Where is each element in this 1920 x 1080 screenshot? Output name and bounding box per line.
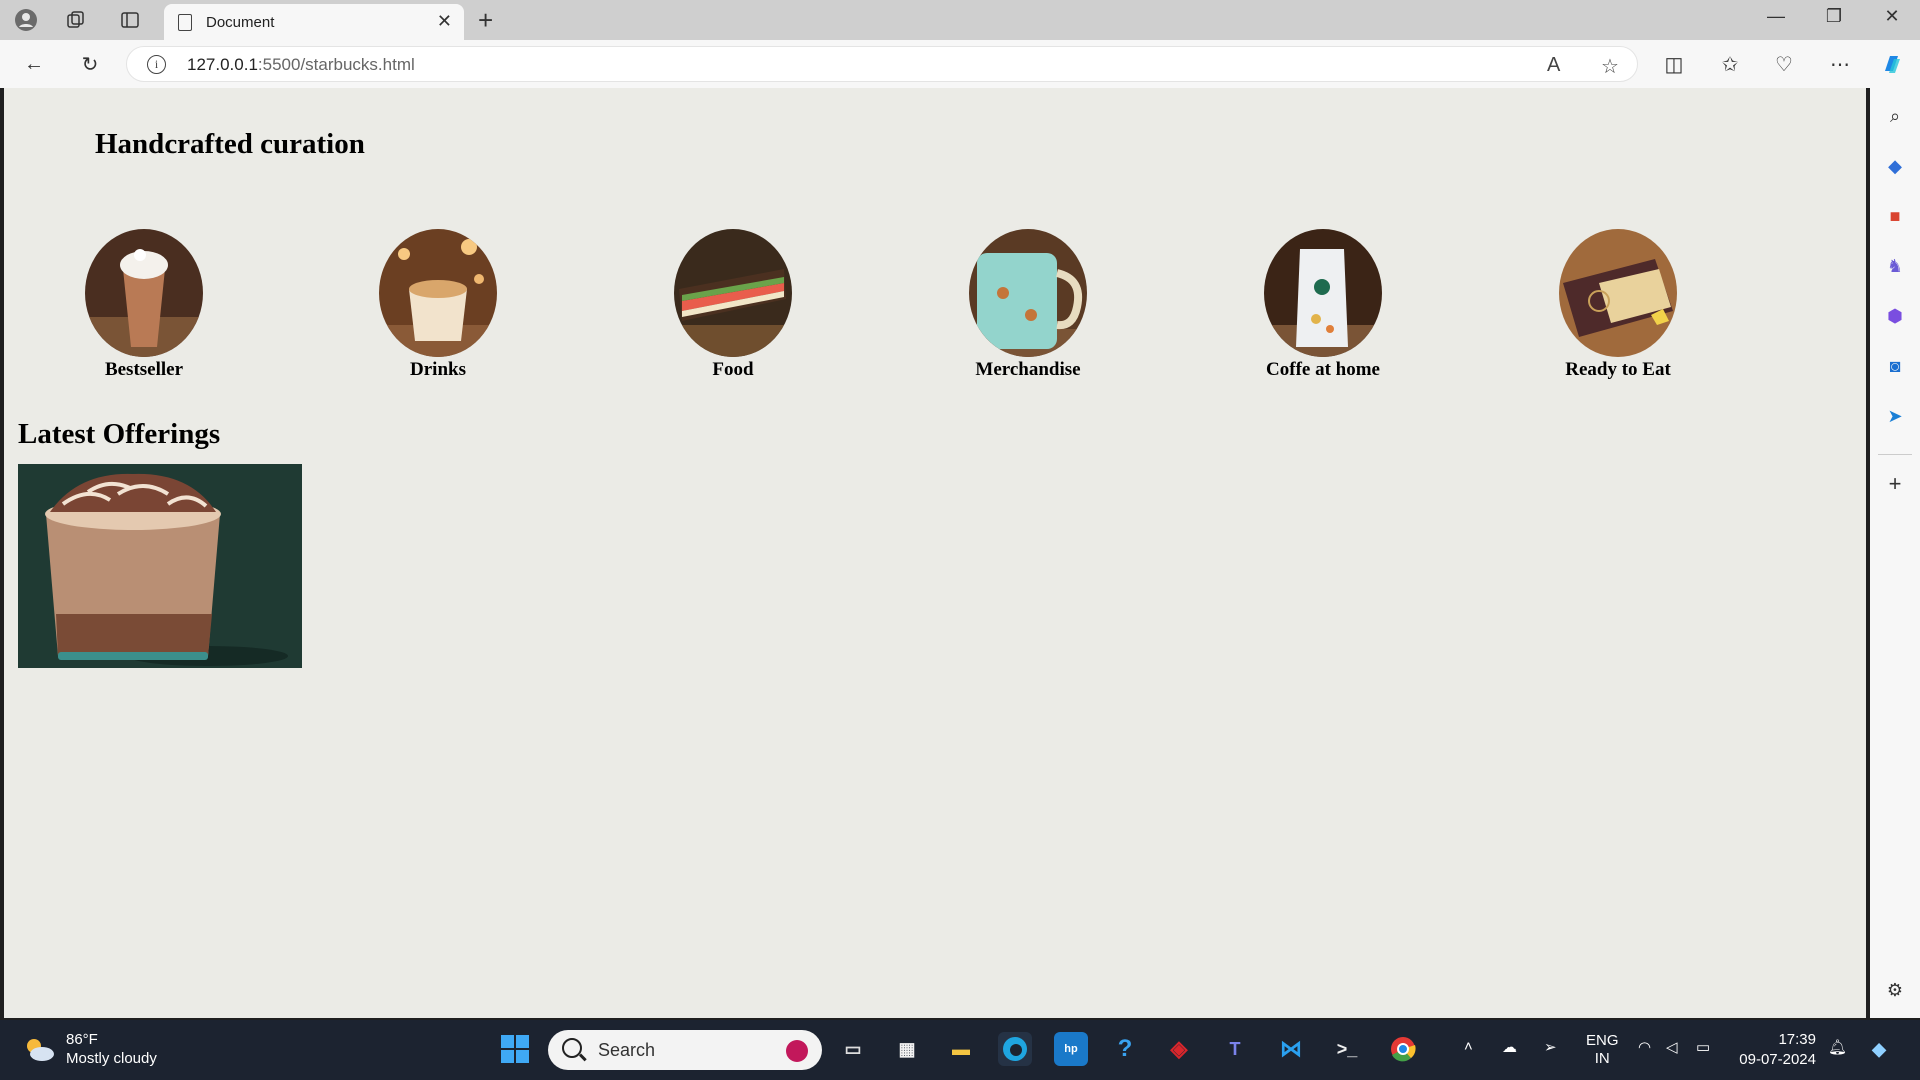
mcafee-icon[interactable]: ◈ bbox=[1162, 1032, 1196, 1066]
clock-date: 09-07-2024 bbox=[1739, 1051, 1816, 1068]
games-icon[interactable]: ♞ bbox=[1883, 254, 1907, 278]
document-icon bbox=[178, 13, 192, 31]
search-icon[interactable]: ⌕ bbox=[1883, 104, 1907, 128]
sidebar-settings-icon[interactable]: ⚙ bbox=[1883, 978, 1907, 1002]
category-label: Drinks bbox=[410, 359, 466, 380]
category-label: Bestseller bbox=[104, 359, 184, 380]
wifi-icon[interactable]: ◠ bbox=[1638, 1038, 1651, 1056]
category-label: Food bbox=[712, 359, 754, 380]
favorite-star-icon[interactable]: ☆ bbox=[1601, 54, 1619, 79]
tools-icon[interactable]: ■ bbox=[1883, 204, 1907, 228]
battery-icon[interactable]: ▭ bbox=[1696, 1038, 1710, 1056]
profile-icon[interactable] bbox=[14, 8, 38, 32]
category-drinks[interactable]: Drinks bbox=[363, 229, 513, 381]
category-coffee-at-home[interactable]: Coffe at home bbox=[1248, 229, 1398, 381]
copilot-icon[interactable] bbox=[1878, 50, 1906, 78]
tab-title: Document bbox=[206, 13, 275, 31]
show-hidden-icons-icon[interactable]: ˄ bbox=[1464, 1038, 1473, 1055]
minimize-button[interactable]: — bbox=[1756, 6, 1796, 27]
workspaces-icon[interactable] bbox=[64, 8, 88, 32]
file-explorer-icon[interactable]: ▬ bbox=[944, 1032, 978, 1066]
latest-offerings-heading: Latest Offerings bbox=[18, 418, 221, 450]
edge-icon[interactable] bbox=[998, 1032, 1032, 1066]
taskbar-search[interactable]: Search bbox=[548, 1030, 822, 1070]
vscode-icon[interactable]: ⋈ bbox=[1274, 1032, 1308, 1066]
category-ready-to-eat[interactable]: Ready to Eat bbox=[1543, 229, 1693, 381]
language-code: ENG bbox=[1586, 1032, 1619, 1049]
more-menu-icon[interactable]: ⋯ bbox=[1826, 50, 1854, 78]
favorites-icon[interactable]: ✩ bbox=[1716, 50, 1744, 78]
url-host: 127.0.0.1 bbox=[187, 55, 258, 74]
url-text: 127.0.0.1:5500/starbucks.html bbox=[187, 55, 415, 75]
frappuccino-image bbox=[18, 464, 302, 668]
weather-widget[interactable]: 86°F Mostly cloudy bbox=[22, 1030, 157, 1068]
sidebar-divider bbox=[1878, 454, 1912, 455]
shopping-tag-icon[interactable]: ◆ bbox=[1883, 154, 1907, 178]
language-indicator[interactable]: ENG IN bbox=[1586, 1032, 1619, 1068]
refresh-button[interactable]: ↻ bbox=[76, 50, 104, 78]
weather-temperature: 86°F bbox=[66, 1031, 98, 1048]
new-tab-button[interactable]: + bbox=[478, 5, 493, 36]
browser-title-bar: Document ✕ + — ❐ ✕ bbox=[0, 0, 1920, 40]
add-icon[interactable]: + bbox=[1883, 471, 1907, 496]
category-merchandise[interactable]: Merchandise bbox=[953, 229, 1103, 381]
help-icon[interactable]: ? bbox=[1108, 1032, 1142, 1066]
bestseller-image bbox=[85, 229, 203, 357]
category-label: Ready to Eat bbox=[1565, 359, 1671, 380]
task-view-icon[interactable]: ▭ bbox=[836, 1032, 870, 1066]
category-food[interactable]: Food bbox=[658, 229, 808, 381]
onedrive-icon[interactable]: ☁ bbox=[1502, 1038, 1517, 1056]
windows-start-icon[interactable] bbox=[498, 1032, 532, 1066]
clock[interactable]: 17:39 09-07-2024 bbox=[1736, 1030, 1816, 1070]
merchandise-image bbox=[969, 229, 1087, 357]
outlook-icon[interactable]: ◙ bbox=[1883, 354, 1907, 378]
browser-toolbar: ← ↻ i 127.0.0.1:5500/starbucks.html A ☆ … bbox=[0, 40, 1920, 88]
back-button[interactable]: ← bbox=[20, 50, 48, 78]
tab-document[interactable]: Document ✕ bbox=[164, 4, 464, 40]
search-icon bbox=[562, 1038, 582, 1058]
ready-to-eat-image bbox=[1559, 229, 1677, 357]
page-viewport: Handcrafted curation Bestseller Drinks F… bbox=[4, 88, 1866, 1018]
drop-icon[interactable]: ➤ bbox=[1883, 404, 1907, 428]
terminal-icon[interactable]: >_ bbox=[1330, 1032, 1364, 1066]
url-path: :5500/starbucks.html bbox=[257, 55, 415, 74]
microsoft-365-icon[interactable]: ⬢ bbox=[1883, 304, 1907, 328]
drinks-image bbox=[379, 229, 497, 357]
page-title: Handcrafted curation bbox=[95, 128, 365, 160]
teams-icon[interactable]: T bbox=[1218, 1032, 1252, 1066]
latest-offering-card[interactable] bbox=[18, 464, 302, 668]
location-icon[interactable]: ➢ bbox=[1544, 1038, 1557, 1056]
taskbar-search-placeholder: Search bbox=[598, 1039, 656, 1060]
copilot-taskbar-icon[interactable]: ◆ bbox=[1862, 1032, 1896, 1066]
search-highlight-icon bbox=[786, 1040, 808, 1062]
store-icon[interactable]: ▦ bbox=[890, 1032, 924, 1066]
cloud-sun-icon bbox=[27, 1039, 54, 1061]
category-label: Merchandise bbox=[975, 359, 1081, 380]
category-label: Coffe at home bbox=[1266, 359, 1380, 380]
windows-taskbar: 86°F Mostly cloudy Search ▭ ▦ ▬ hp ? ◈ T… bbox=[0, 1020, 1920, 1080]
clock-time: 17:39 bbox=[1778, 1031, 1816, 1048]
category-bestseller[interactable]: Bestseller bbox=[69, 229, 219, 381]
food-image bbox=[674, 229, 792, 357]
volume-icon[interactable]: ◁ bbox=[1666, 1038, 1678, 1056]
close-tab-icon[interactable]: ✕ bbox=[437, 11, 452, 32]
close-window-button[interactable]: ✕ bbox=[1872, 6, 1912, 27]
restore-button[interactable]: ❐ bbox=[1814, 6, 1854, 27]
site-info-icon[interactable]: i bbox=[147, 55, 166, 74]
region-code: IN bbox=[1594, 1050, 1610, 1067]
weather-condition: Mostly cloudy bbox=[66, 1050, 157, 1067]
myhp-icon[interactable]: hp bbox=[1054, 1032, 1088, 1066]
tab-actions-icon[interactable] bbox=[118, 8, 142, 32]
chrome-icon[interactable] bbox=[1386, 1032, 1420, 1066]
notification-bell-icon[interactable]: 🔔︎ bbox=[1828, 1038, 1847, 1056]
split-screen-icon[interactable]: ◫ bbox=[1660, 50, 1688, 78]
address-bar[interactable]: i 127.0.0.1:5500/starbucks.html A ☆ bbox=[126, 46, 1638, 82]
edge-sidebar: ⌕ ◆ ■ ♞ ⬢ ◙ ➤ + ⚙ bbox=[1870, 88, 1920, 1018]
coffee-at-home-image bbox=[1264, 229, 1382, 357]
browser-essentials-icon[interactable]: ♡ bbox=[1770, 50, 1798, 78]
read-aloud-icon[interactable]: A bbox=[1547, 54, 1560, 77]
